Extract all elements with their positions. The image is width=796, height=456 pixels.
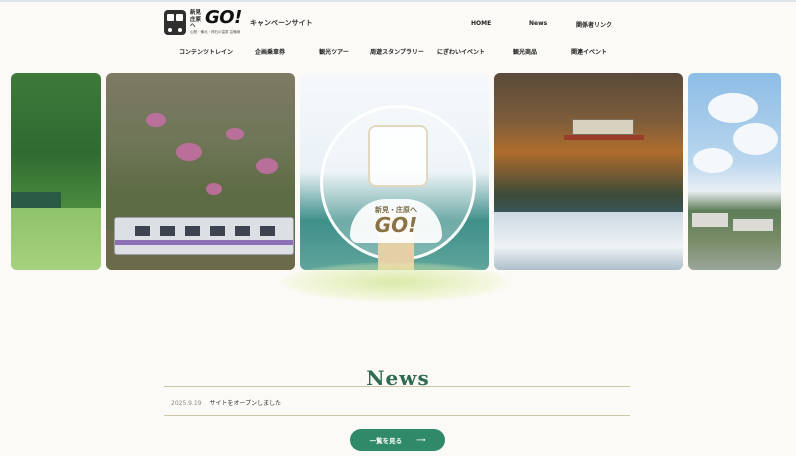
view-all-label: 一覧を見る bbox=[369, 437, 403, 445]
hero-slide-campaign-badge[interactable]: 新見・庄原へ GO! bbox=[300, 73, 489, 270]
logo-wordmark: 新見 庄原へ GO! 山間・備北・神石の温泉 芸備線 bbox=[190, 7, 244, 36]
logo-small-text: 新見 庄原へ bbox=[190, 10, 202, 29]
hero-slide-azalea-train[interactable] bbox=[106, 73, 295, 270]
badge-train-icon bbox=[368, 125, 428, 187]
hero-slide-town[interactable] bbox=[688, 73, 781, 270]
view-all-news-button[interactable]: 一覧を見る ⟶ bbox=[350, 429, 445, 451]
decorative-paint-splash bbox=[282, 262, 508, 302]
logo-go-text: GO! bbox=[205, 7, 242, 28]
top-border bbox=[0, 0, 796, 2]
train-icon bbox=[164, 10, 186, 35]
hero-slide-forest[interactable] bbox=[11, 73, 101, 270]
topnav-home[interactable]: HOME bbox=[471, 20, 491, 27]
logo-subtitle: 山間・備北・神石の温泉 芸備線 bbox=[190, 30, 241, 34]
site-logo[interactable]: 新見 庄原へ GO! 山間・備北・神石の温泉 芸備線 キャンペーンサイト bbox=[164, 7, 313, 36]
campaign-label: キャンペーンサイト bbox=[250, 18, 313, 27]
mainnav-stamp-rally[interactable]: 周遊スタンプラリー bbox=[370, 47, 424, 56]
news-divider-bottom bbox=[164, 415, 630, 416]
mainnav-content-train[interactable]: コンテンツトレイン bbox=[179, 47, 233, 56]
mainnav-special-ticket[interactable]: 企画乗車券 bbox=[255, 47, 285, 56]
mainnav-products[interactable]: 観光商品 bbox=[513, 47, 537, 56]
hero-slide-river[interactable] bbox=[494, 73, 683, 270]
news-text[interactable]: サイトをオープンしました bbox=[209, 400, 281, 407]
arrow-right-icon: ⟶ bbox=[416, 436, 426, 444]
mainnav-tour[interactable]: 観光ツアー bbox=[319, 47, 349, 56]
topnav-news[interactable]: News bbox=[529, 20, 547, 27]
news-list-item[interactable]: 2025.9.19 サイトをオープンしました bbox=[171, 398, 281, 407]
topnav-links[interactable]: 関係者リンク bbox=[576, 20, 612, 29]
train-image bbox=[114, 217, 294, 255]
news-date: 2025.9.19 bbox=[171, 400, 202, 407]
badge-go-mark: 新見・庄原へ GO! bbox=[350, 199, 442, 243]
mainnav-related-events[interactable]: 関連イベント bbox=[571, 47, 607, 56]
badge-go-text: GO! bbox=[374, 213, 418, 237]
mainnav-events[interactable]: にぎわいイベント bbox=[437, 47, 485, 56]
news-divider-top bbox=[164, 386, 630, 387]
